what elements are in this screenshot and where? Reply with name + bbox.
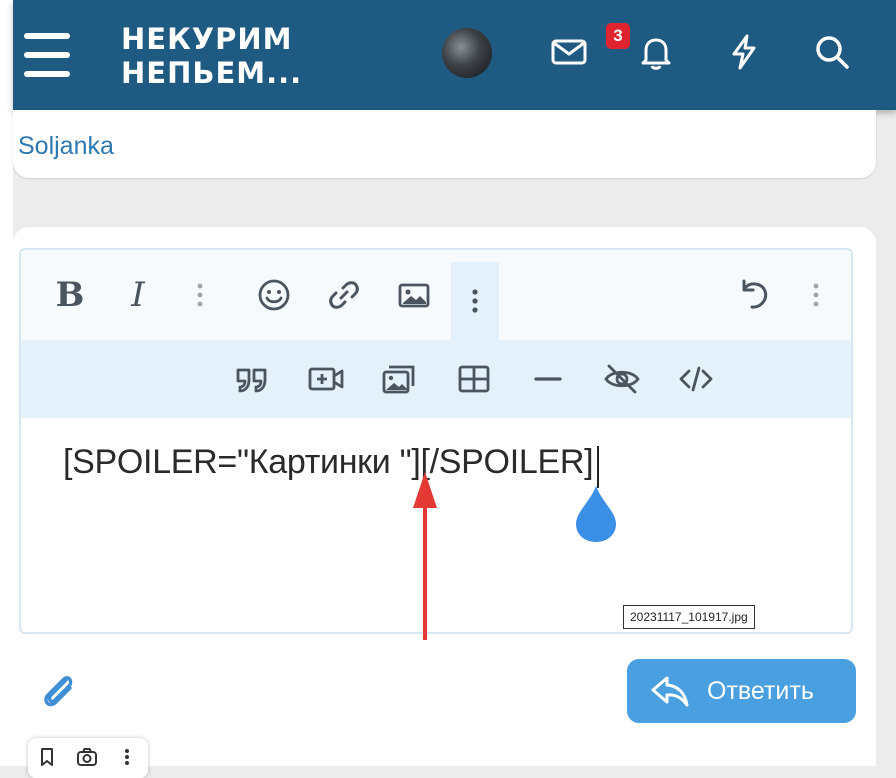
more-vertical-icon[interactable]	[116, 746, 140, 770]
bold-icon[interactable]: B	[47, 272, 93, 318]
reply-button[interactable]: Ответить	[627, 659, 856, 723]
logo-line-1: НЕКУРИМ	[121, 22, 293, 56]
rich-text-editor[interactable]: B I [SPOILER="Картинки "][/SPOILER] 2023…	[19, 248, 853, 640]
logo-line-2: НЕПЬЕМ...	[121, 56, 303, 90]
user-avatar[interactable]	[442, 28, 492, 78]
more-options-icon[interactable]	[177, 272, 223, 318]
more-options-icon[interactable]	[793, 272, 839, 318]
cursor-drop-handle[interactable]	[572, 484, 620, 544]
envelope-icon[interactable]	[549, 32, 589, 72]
editor-toolbar-secondary	[21, 340, 851, 418]
quote-icon[interactable]	[229, 356, 275, 402]
link-icon[interactable]	[321, 272, 367, 318]
italic-icon[interactable]: I	[115, 272, 161, 318]
bell-icon[interactable]	[636, 32, 676, 72]
filename-label: 20231117_101917.jpg	[623, 605, 755, 629]
bookmark-icon[interactable]	[36, 746, 60, 770]
post-author-card: Soljanka	[13, 110, 876, 178]
paperclip-icon[interactable]	[38, 670, 78, 710]
editor-text-content[interactable]: [SPOILER="Картинки "][/SPOILER]	[63, 443, 594, 482]
site-logo[interactable]: НЕКУРИМ НЕПЬЕМ...	[121, 22, 302, 90]
lightning-icon[interactable]	[724, 32, 764, 72]
username-link[interactable]: Soljanka	[18, 132, 114, 161]
smiley-icon[interactable]	[251, 272, 297, 318]
media-gallery-icon[interactable]	[377, 356, 423, 402]
left-strip	[0, 0, 13, 766]
undo-icon[interactable]	[731, 272, 777, 318]
notification-badge: 3	[606, 23, 630, 49]
more-vertical-icon[interactable]	[451, 262, 499, 340]
red-annotation-arrow	[413, 472, 437, 640]
table-icon[interactable]	[451, 356, 497, 402]
spoiler-hide-icon[interactable]	[599, 356, 645, 402]
floating-action-pill	[28, 738, 148, 778]
reply-button-label: Ответить	[707, 676, 814, 705]
editor-toolbar-primary: B I	[21, 250, 851, 340]
camera-search-icon[interactable]	[76, 746, 100, 770]
hamburger-icon[interactable]	[24, 33, 70, 77]
insert-video-icon[interactable]	[303, 356, 349, 402]
horizontal-line-icon[interactable]	[525, 356, 571, 402]
reply-arrow-icon	[651, 676, 689, 707]
text-caret	[597, 446, 599, 488]
code-icon[interactable]	[673, 356, 719, 402]
image-icon[interactable]	[391, 272, 437, 318]
search-icon[interactable]	[812, 32, 852, 72]
